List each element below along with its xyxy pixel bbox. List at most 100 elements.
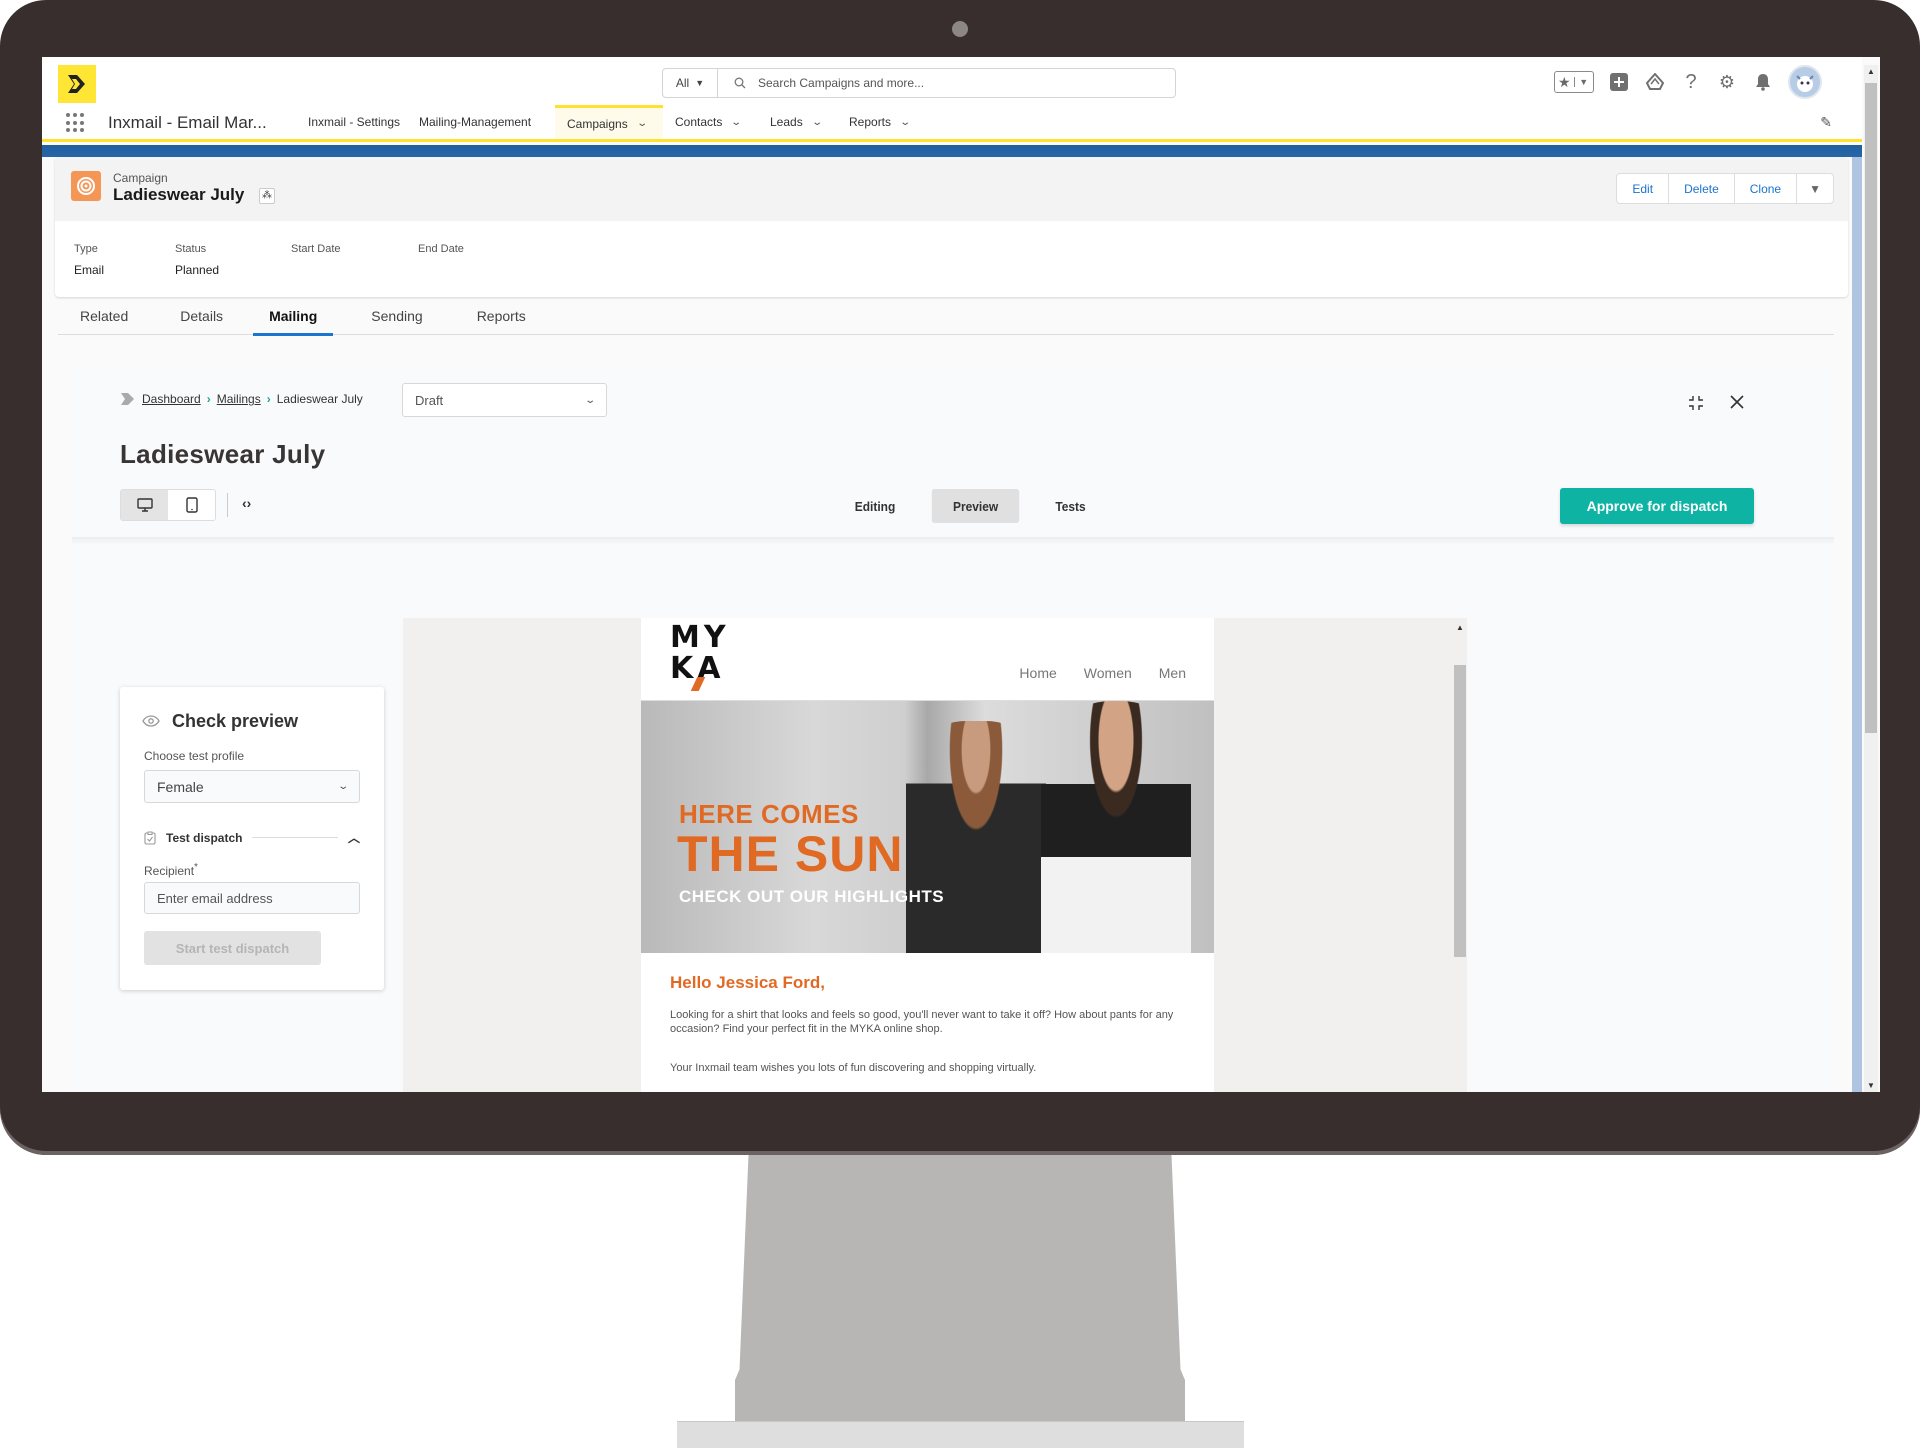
screen: All ▼ Search Campaigns and more... ★ ▼ ? … [42, 57, 1880, 1092]
approve-for-dispatch-button[interactable]: Approve for dispatch [1560, 488, 1754, 524]
email-body-paragraph: Looking for a shirt that looks and feels… [670, 1009, 1174, 1035]
search-scope-select[interactable]: All ▼ [663, 69, 718, 97]
record-object-label: Campaign [113, 171, 168, 185]
field-type: Type Email [74, 243, 105, 277]
chevron-up-icon[interactable]: ︿ [348, 829, 360, 846]
edit-button[interactable]: Edit [1617, 174, 1670, 203]
nav-item-reports[interactable]: Reports ⌄ [837, 105, 921, 139]
start-test-dispatch-button[interactable]: Start test dispatch [144, 931, 321, 965]
nav-item-campaigns[interactable]: Campaigns ⌄ [555, 105, 663, 139]
add-icon[interactable] [1608, 71, 1630, 93]
recipient-email-input[interactable] [144, 882, 360, 914]
more-actions-caret-icon[interactable]: ▼ [1797, 174, 1833, 203]
collapse-icon[interactable] [1688, 395, 1704, 416]
record-actions: Edit Delete Clone ▼ [1616, 173, 1834, 204]
clone-button[interactable]: Clone [1735, 174, 1798, 203]
preview-scroll-thumb[interactable] [1454, 665, 1466, 957]
monitor-camera [952, 21, 968, 37]
app-name: Inxmail - Email Mar... [108, 113, 267, 132]
user-avatar[interactable] [1788, 65, 1822, 99]
app-launcher-icon[interactable] [66, 113, 86, 133]
desktop-icon [136, 498, 153, 512]
nav-item-contacts[interactable]: Contacts ⌄ [663, 105, 753, 139]
chevron-down-icon[interactable]: ⌄ [731, 117, 743, 128]
global-header: All ▼ Search Campaigns and more... ★ ▼ ? … [42, 57, 1862, 105]
toolbar-divider [227, 493, 228, 517]
inxmail-logo-icon [68, 75, 85, 93]
trailhead-icon[interactable] [1644, 71, 1666, 93]
breadcrumb-mailings[interactable]: Mailings [217, 392, 261, 406]
mobile-icon [185, 497, 198, 513]
hierarchy-icon[interactable]: ⁂ [259, 188, 275, 204]
test-dispatch-section-header[interactable]: Test dispatch ︿ [144, 829, 360, 846]
breadcrumb-separator-icon: › [206, 392, 211, 406]
close-icon[interactable] [1730, 395, 1744, 416]
scroll-down-icon[interactable]: ▼ [1867, 1081, 1875, 1090]
tab-related[interactable]: Related [58, 297, 150, 335]
nav-item-leads[interactable]: Leads ⌄ [758, 105, 833, 139]
hero-banner-image[interactable]: HERE COMES THE SUN CHECK OUT OUR HIGHLIG… [641, 701, 1214, 953]
edit-nav-pencil-icon[interactable]: ✎ [1820, 114, 1832, 131]
tab-tests[interactable]: Tests [1034, 489, 1107, 523]
page-scroll-thumb[interactable] [1865, 83, 1877, 733]
preview-scrollbar[interactable]: ▲ [1453, 618, 1467, 1092]
delete-button[interactable]: Delete [1669, 174, 1735, 203]
favorites-star-icon: ★ [1557, 73, 1571, 90]
monitor-bezel: All ▼ Search Campaigns and more... ★ ▼ ? … [0, 0, 1920, 1155]
section-divider [252, 837, 338, 838]
tab-reports[interactable]: Reports [461, 297, 542, 335]
myka-logo[interactable]: MY KA [670, 622, 730, 684]
chevron-down-icon[interactable]: ⌄ [811, 117, 823, 128]
favorites-button[interactable]: ★ ▼ [1554, 71, 1594, 93]
mailing-status-select[interactable]: Draft ⌄ [402, 383, 607, 417]
code-view-icon[interactable]: ‹› [242, 495, 251, 511]
page-scrollbar[interactable]: ▲ ▼ [1864, 65, 1878, 1092]
tab-sending[interactable]: Sending [333, 297, 460, 335]
email-body-signoff: Your Inxmail team wishes you lots of fun… [670, 1062, 1037, 1074]
tab-mailing[interactable]: Mailing [253, 297, 334, 336]
email-preview: MY KA Home Women Men HERE COMES THE SUN … [641, 618, 1214, 1092]
notifications-bell-icon[interactable] [1752, 71, 1774, 93]
global-search[interactable]: All ▼ Search Campaigns and more... [662, 68, 1176, 98]
monitor-stand [735, 1155, 1185, 1423]
inxmail-small-logo-icon [121, 393, 134, 405]
email-nav-men[interactable]: Men [1159, 665, 1186, 681]
email-nav-women[interactable]: Women [1084, 665, 1132, 681]
toolbar-divider-shadow [72, 537, 1834, 545]
search-scope-label: All [675, 76, 690, 90]
mobile-view-button[interactable] [168, 490, 215, 520]
scroll-up-icon[interactable]: ▲ [1867, 67, 1875, 76]
campaign-target-icon [71, 171, 101, 201]
check-preview-title: Check preview [172, 711, 299, 731]
search-icon [734, 77, 746, 89]
help-icon[interactable]: ? [1680, 71, 1702, 93]
required-asterisk: * [194, 862, 198, 873]
chevron-down-icon: ⌄ [336, 781, 349, 792]
breadcrumb-dashboard[interactable]: Dashboard [142, 392, 201, 406]
field-status: Status Planned [175, 243, 220, 277]
hero-headline-large: THE SUN [677, 826, 904, 882]
settings-gear-icon[interactable]: ⚙ [1716, 71, 1738, 93]
eye-icon [142, 715, 160, 727]
mode-tabs: Editing Preview Tests [830, 489, 1110, 523]
test-profile-select[interactable]: Female ⌄ [144, 770, 360, 803]
chevron-down-icon[interactable]: ⌄ [636, 118, 648, 129]
field-start-date: Start Date [291, 243, 341, 255]
nav-item-inxmail-settings[interactable]: Inxmail - Settings [296, 105, 412, 139]
search-input[interactable]: Search Campaigns and more... [758, 76, 924, 90]
tab-details[interactable]: Details [150, 297, 253, 335]
page-edge-strip [1852, 157, 1862, 1092]
favorites-menu-icon[interactable]: ▼ [1573, 77, 1594, 87]
inxmail-logo[interactable] [58, 65, 96, 103]
recipient-label: Recipient* [144, 862, 198, 878]
monitor-stand-base [677, 1421, 1244, 1448]
scroll-up-icon[interactable]: ▲ [1456, 623, 1464, 632]
tab-editing[interactable]: Editing [834, 489, 917, 523]
hero-subline: CHECK OUT OUR HIGHLIGHTS [679, 887, 945, 906]
field-end-date: End Date [418, 243, 464, 255]
desktop-view-button[interactable] [121, 490, 168, 520]
tab-preview[interactable]: Preview [931, 489, 1020, 523]
nav-item-mailing-management[interactable]: Mailing-Management [407, 105, 543, 139]
email-nav-home[interactable]: Home [1019, 665, 1056, 681]
chevron-down-icon[interactable]: ⌄ [899, 117, 911, 128]
